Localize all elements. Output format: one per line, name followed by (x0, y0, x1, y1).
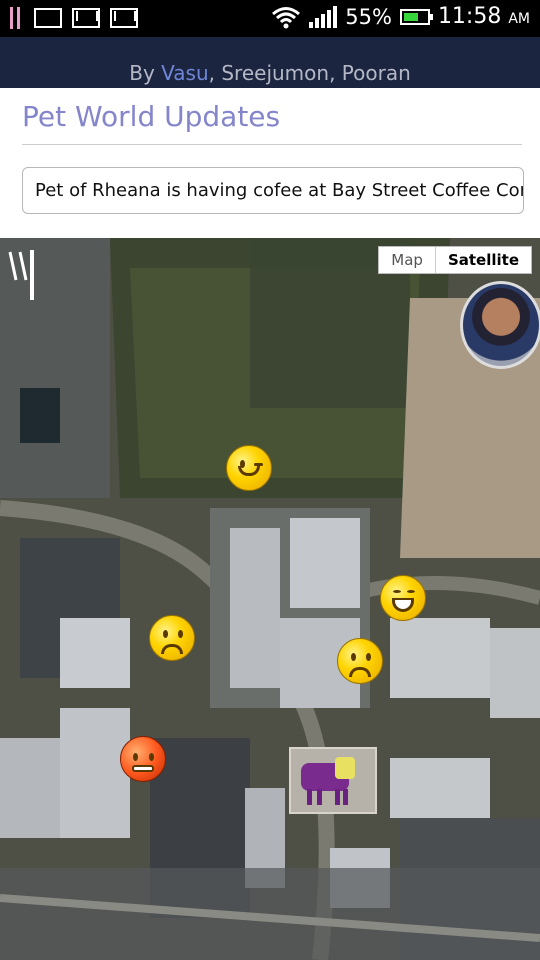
pet-photo-marker[interactable] (289, 747, 377, 814)
clock: 11:58 AM (437, 4, 530, 29)
notification-bars-icon (10, 7, 24, 29)
map-view-button[interactable]: Map (379, 247, 436, 273)
status-bar: 55% 11:58 AM (0, 0, 540, 37)
app-header: By Vasu, Sreejumon, Pooran (0, 37, 540, 88)
gmail-icon (110, 8, 138, 28)
battery-icon (399, 8, 433, 25)
author-link[interactable]: Vasu (161, 61, 208, 85)
gmail-icon (72, 8, 100, 28)
battery-percent: 55% (345, 4, 392, 29)
satellite-map[interactable]: Map Satellite (0, 238, 540, 960)
map-type-toggle: Map Satellite (378, 246, 532, 274)
laughing-emoji-icon[interactable] (380, 575, 426, 621)
keyboard-icon (34, 8, 62, 28)
updates-panel: Pet World Updates Pet of Rheana is havin… (0, 88, 540, 238)
angry-emoji-icon[interactable] (120, 736, 166, 782)
sad-emoji-icon[interactable] (337, 638, 383, 684)
user-avatar-marker[interactable] (460, 281, 540, 369)
wink-emoji-icon[interactable] (226, 445, 272, 491)
authors-line: By Vasu, Sreejumon, Pooran (129, 61, 411, 85)
crying-emoji-icon[interactable] (149, 615, 195, 661)
update-text-field[interactable]: Pet of Rheana is having cofee at Bay Str… (22, 167, 524, 214)
map-scale-icon (6, 246, 36, 304)
wifi-icon (271, 5, 301, 29)
map-imagery (0, 238, 540, 960)
satellite-view-button[interactable]: Satellite (435, 247, 531, 273)
signal-icon (309, 5, 338, 28)
divider (22, 144, 522, 145)
page-title: Pet World Updates (22, 100, 281, 133)
